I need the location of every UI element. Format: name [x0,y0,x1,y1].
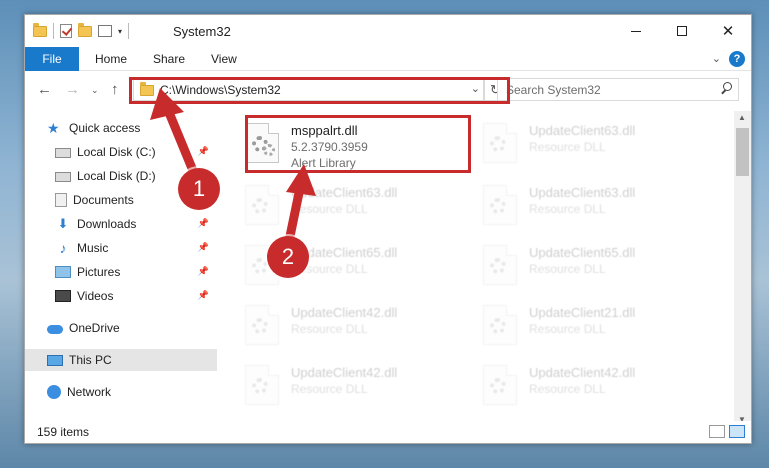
arrow-1 [150,88,201,183]
callout-1: 1 [178,168,220,210]
callout-2: 2 [267,236,309,278]
annotation-arrows [150,88,316,251]
arrow-2 [283,164,316,251]
